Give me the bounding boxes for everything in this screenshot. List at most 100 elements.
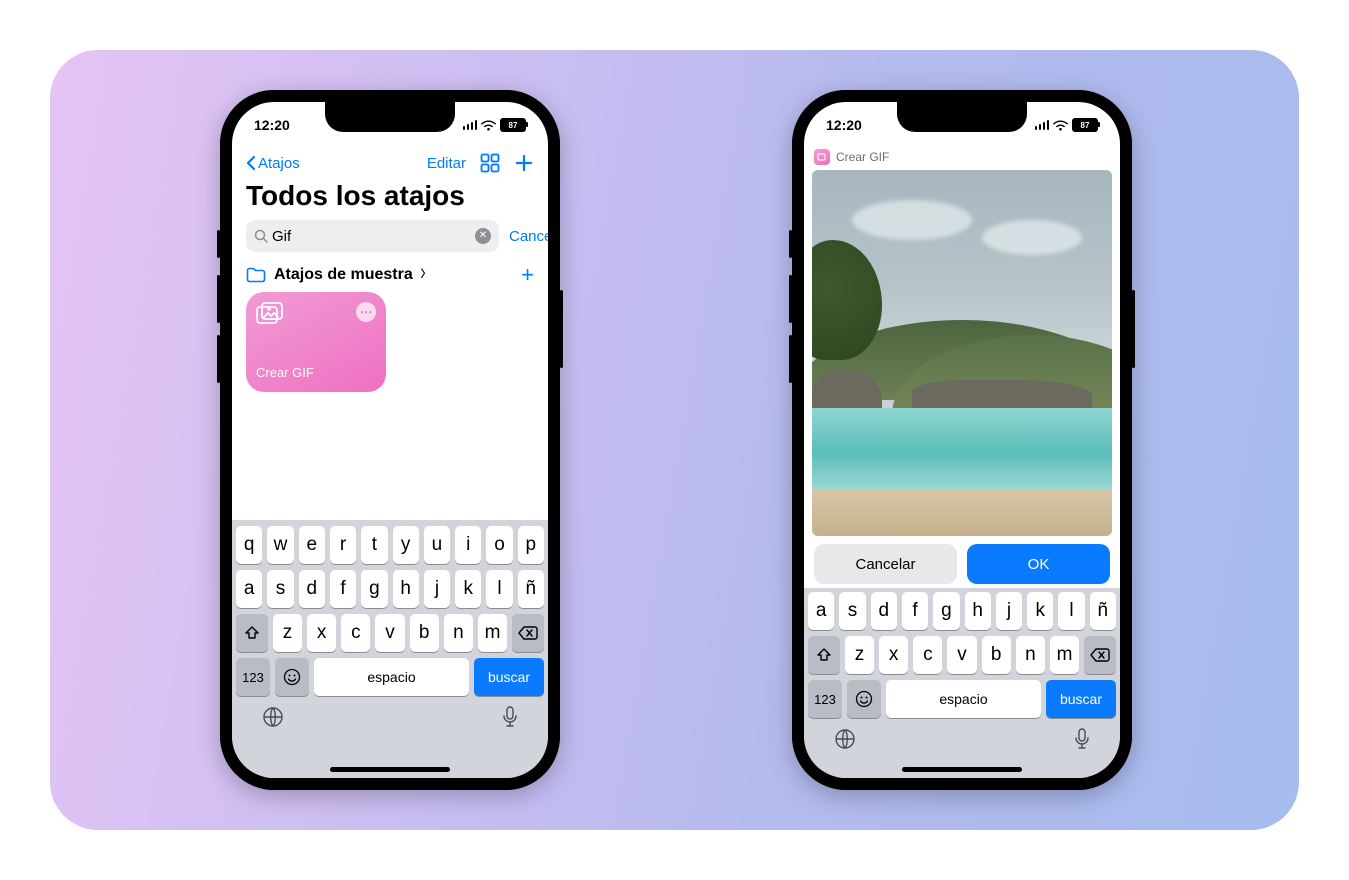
key-e[interactable]: e [299,526,325,564]
key-shift[interactable] [808,636,840,674]
wifi-icon [1053,120,1068,131]
key-m[interactable]: m [1050,636,1079,674]
mic-icon[interactable] [502,706,518,728]
key-s[interactable]: s [839,592,865,630]
key-c[interactable]: c [341,614,370,652]
key-f[interactable]: f [330,570,356,608]
key-g[interactable]: g [361,570,387,608]
home-indicator[interactable] [330,767,450,772]
kb-row-3: z x c v b n m [232,608,548,652]
back-label: Atajos [258,155,300,172]
key-space[interactable]: espacio [314,658,469,696]
keyboard: q w e r t y u i o p a s d f g h [232,520,548,778]
key-g[interactable]: g [933,592,959,630]
key-space[interactable]: espacio [886,680,1041,718]
globe-icon[interactable] [834,728,856,750]
cellular-icon [463,120,478,130]
key-delete[interactable] [512,614,544,652]
nav-bar: Atajos Editar [232,146,548,180]
ok-button[interactable]: OK [967,544,1110,584]
globe-icon[interactable] [262,706,284,728]
shortcut-tile-crear-gif[interactable]: ⋯ Crear GIF [246,292,386,392]
key-m[interactable]: m [478,614,507,652]
key-b[interactable]: b [982,636,1011,674]
search-input[interactable] [268,228,475,245]
search-icon [254,229,268,243]
key-v[interactable]: v [375,614,404,652]
key-shift[interactable] [236,614,268,652]
key-emoji[interactable] [275,658,309,696]
page-title: Todos los atajos [246,180,465,212]
key-123[interactable]: 123 [236,658,270,696]
key-k[interactable]: k [1027,592,1053,630]
key-r[interactable]: r [330,526,356,564]
key-d[interactable]: d [871,592,897,630]
key-v[interactable]: v [947,636,976,674]
section-header[interactable]: Atajos de muestra 〉 + [246,262,534,288]
phone1-screen: 12:20 87 Atajos Editar Todos los [232,102,548,778]
home-indicator[interactable] [902,767,1022,772]
clear-search-button[interactable]: ✕ [475,228,491,244]
notch [897,102,1027,132]
cellular-icon [1035,120,1050,130]
key-enye[interactable]: ñ [518,570,544,608]
phone-mockup-2: 12:20 87 Crear GIF [792,90,1132,790]
key-h[interactable]: h [965,592,991,630]
cancel-button[interactable]: Cancelar [814,544,957,584]
phone2-screen: 12:20 87 Crear GIF [804,102,1120,778]
sheet-title: Crear GIF [836,150,889,164]
back-button[interactable]: Atajos [246,155,300,172]
key-n[interactable]: n [1016,636,1045,674]
notch [325,102,455,132]
key-j[interactable]: j [424,570,450,608]
section-add-button[interactable]: + [521,262,534,288]
key-c[interactable]: c [913,636,942,674]
key-o[interactable]: o [486,526,512,564]
key-h[interactable]: h [393,570,419,608]
key-z[interactable]: z [273,614,302,652]
key-l[interactable]: l [1058,592,1084,630]
key-l[interactable]: l [486,570,512,608]
key-b[interactable]: b [410,614,439,652]
kb-footer [232,696,548,728]
gradient-stage: 12:20 87 Atajos Editar Todos los [50,50,1299,830]
key-123[interactable]: 123 [808,680,842,718]
cancel-search-button[interactable]: Cancelar [509,228,548,245]
edit-button[interactable]: Editar [427,155,466,172]
grid-view-icon[interactable] [480,153,500,173]
kb-row-3: z x c v b n m [804,630,1120,674]
gif-preview [812,170,1112,536]
key-a[interactable]: a [236,570,262,608]
mic-icon[interactable] [1074,728,1090,750]
key-t[interactable]: t [361,526,387,564]
tile-label: Crear GIF [256,365,314,380]
section-label: Atajos de muestra [274,266,413,284]
key-z[interactable]: z [845,636,874,674]
battery-icon: 87 [500,118,526,132]
key-a[interactable]: a [808,592,834,630]
key-search[interactable]: buscar [474,658,544,696]
tile-more-button[interactable]: ⋯ [356,302,376,322]
key-emoji[interactable] [847,680,881,718]
key-search[interactable]: buscar [1046,680,1116,718]
key-x[interactable]: x [307,614,336,652]
status-time: 12:20 [826,117,862,133]
key-s[interactable]: s [267,570,293,608]
key-i[interactable]: i [455,526,481,564]
add-icon[interactable] [514,153,534,173]
kb-row-4: 123 espacio buscar [804,674,1120,718]
key-j[interactable]: j [996,592,1022,630]
search-field[interactable]: ✕ [246,220,499,252]
key-f[interactable]: f [902,592,928,630]
key-p[interactable]: p [518,526,544,564]
key-delete[interactable] [1084,636,1116,674]
key-n[interactable]: n [444,614,473,652]
key-d[interactable]: d [299,570,325,608]
key-x[interactable]: x [879,636,908,674]
key-w[interactable]: w [267,526,293,564]
key-u[interactable]: u [424,526,450,564]
key-y[interactable]: y [393,526,419,564]
key-q[interactable]: q [236,526,262,564]
key-k[interactable]: k [455,570,481,608]
key-enye[interactable]: ñ [1090,592,1116,630]
